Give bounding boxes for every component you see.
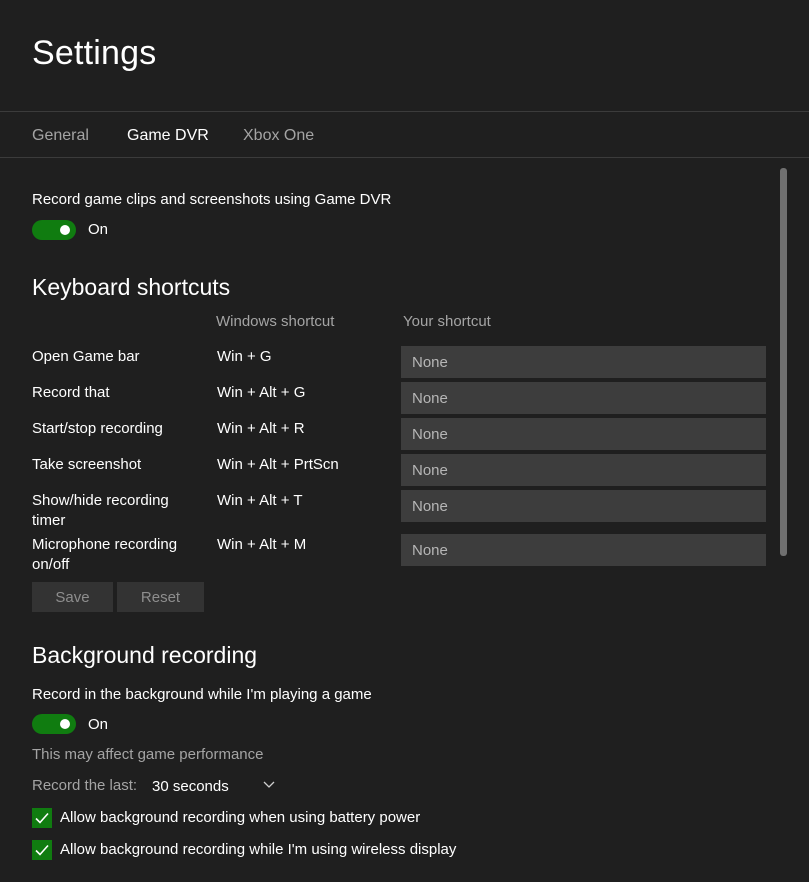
- windows-shortcut-value: Win + Alt + G: [217, 384, 306, 401]
- shortcut-action-label: Show/hide recording timer: [32, 492, 169, 529]
- take-screenshot-shortcut-input[interactable]: [401, 454, 766, 486]
- open-game-bar-shortcut-input[interactable]: [401, 346, 766, 378]
- record-that-shortcut-input[interactable]: [401, 382, 766, 414]
- windows-shortcut-value: Win + G: [217, 348, 272, 365]
- windows-shortcut-value: Win + Alt + R: [217, 420, 305, 437]
- shortcut-action-label: Take screenshot: [32, 456, 142, 473]
- your-shortcut-header: Your shortcut: [403, 313, 491, 330]
- page-title: Settings: [32, 34, 157, 72]
- battery-power-checkbox[interactable]: [32, 808, 52, 828]
- shortcut-action-label: Microphone recording on/off: [32, 536, 178, 573]
- record-last-dropdown[interactable]: 30 seconds: [152, 777, 282, 797]
- record-game-clips-toggle[interactable]: [32, 220, 76, 240]
- record-game-clips-label: Record game clips and screenshots using …: [32, 191, 392, 208]
- record-last-value: 30 seconds: [152, 778, 229, 795]
- background-recording-label: Record in the background while I'm playi…: [32, 686, 372, 703]
- wireless-display-label: Allow background recording while I'm usi…: [60, 841, 457, 858]
- show-hide-timer-shortcut-input[interactable]: [401, 490, 766, 522]
- wireless-display-checkbox[interactable]: [32, 840, 52, 860]
- tab-bar: General Game DVR Xbox One: [0, 112, 809, 158]
- save-button[interactable]: Save: [32, 582, 113, 612]
- toggle-knob: [60, 225, 70, 235]
- windows-shortcut-value: Win + Alt + T: [217, 492, 303, 509]
- windows-shortcut-value: Win + Alt + M: [217, 536, 307, 553]
- tab-general[interactable]: General: [32, 127, 89, 145]
- shortcut-action-label: Open Game bar: [32, 348, 140, 365]
- record-game-clips-state: On: [88, 221, 109, 238]
- background-recording-state: On: [88, 716, 109, 733]
- toggle-knob: [60, 719, 70, 729]
- battery-power-label: Allow background recording when using ba…: [60, 809, 421, 826]
- tab-xbox-one[interactable]: Xbox One: [243, 127, 314, 145]
- chevron-down-icon: [263, 781, 275, 788]
- shortcut-action-label: Record that: [32, 384, 110, 401]
- microphone-recording-shortcut-input[interactable]: [401, 534, 766, 566]
- keyboard-shortcuts-title: Keyboard shortcuts: [32, 274, 231, 300]
- background-recording-toggle[interactable]: [32, 714, 76, 734]
- checkmark-icon: [35, 812, 49, 824]
- start-stop-recording-shortcut-input[interactable]: [401, 418, 766, 450]
- tab-game-dvr[interactable]: Game DVR: [127, 127, 209, 145]
- record-last-label: Record the last:: [32, 777, 138, 794]
- windows-shortcut-header: Windows shortcut: [216, 313, 335, 330]
- reset-button[interactable]: Reset: [117, 582, 204, 612]
- background-recording-title: Background recording: [32, 642, 258, 668]
- checkmark-icon: [35, 844, 49, 856]
- scrollbar-thumb[interactable]: [780, 168, 787, 556]
- shortcut-action-label: Start/stop recording: [32, 420, 163, 437]
- windows-shortcut-value: Win + Alt + PrtScn: [217, 456, 339, 473]
- performance-note: This may affect game performance: [32, 746, 264, 763]
